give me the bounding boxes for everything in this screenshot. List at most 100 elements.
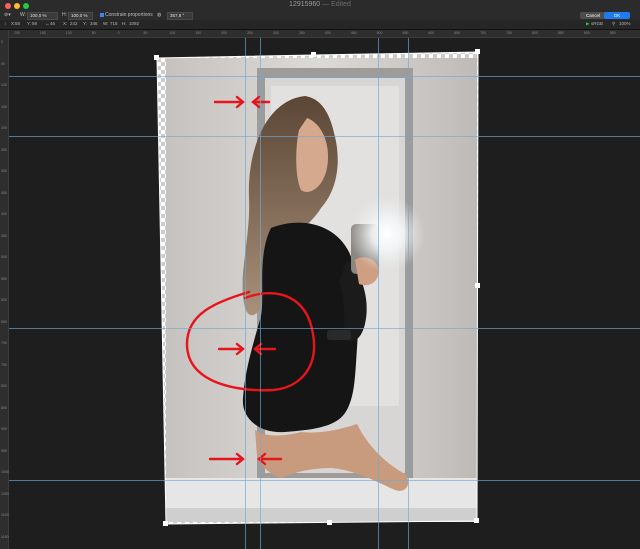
ruler-tick-label: 150: [195, 31, 202, 35]
guide-line[interactable]: [260, 38, 261, 549]
ruler-tick-label: 350: [1, 190, 7, 195]
transform-handle-top[interactable]: [311, 52, 316, 57]
ruler-tick-label: 0: [1, 40, 3, 44]
ruler-tick-label: 50: [143, 31, 148, 35]
transform-tool-icon[interactable]: ⊘▾: [4, 12, 11, 19]
ruler-tick-label: 850: [557, 31, 564, 35]
ruler-tick-label: 300: [1, 169, 7, 173]
ruler-tick-label: 900: [1, 427, 7, 431]
ruler-tick-label: 950: [609, 31, 616, 35]
ruler-tick-label: 100: [1, 83, 7, 87]
y2-readout-value: 346: [90, 21, 98, 26]
ruler-tick-label: 1150: [1, 534, 9, 539]
w-readout-value: 718: [110, 21, 118, 26]
guide-line[interactable]: [378, 38, 379, 549]
ruler-tick-label: 150: [39, 31, 46, 35]
ruler-tick-label: 800: [1, 384, 7, 388]
ruler-tick-label: 650: [1, 319, 7, 324]
width-percent-field[interactable]: 100,0 %: [27, 12, 58, 20]
zoom-icon[interactable]: ⚲: [612, 21, 615, 27]
transform-toolbar: ⊘▾ W: 100,0 % H: 100,0 % Constrain propo…: [0, 11, 640, 20]
transform-handle-bottom-right[interactable]: [474, 518, 479, 523]
ruler-tick-label: 900: [583, 31, 590, 35]
ruler-tick-label: 600: [1, 298, 7, 302]
ruler-tick-label: 200: [1, 126, 7, 130]
constrain-proportions-checkbox[interactable]: Constrain proportions: [100, 12, 153, 19]
constrain-proportions-label: Constrain proportions: [105, 12, 153, 18]
ruler-tick-label: 400: [324, 31, 331, 35]
guide-line[interactable]: [245, 38, 246, 549]
transform-handle-right[interactable]: [475, 283, 480, 288]
checkbox-check-icon: [100, 12, 104, 17]
left-offset-value: 46: [50, 21, 56, 26]
w-readout-label: W:: [103, 21, 109, 26]
h-readout-label: H:: [122, 21, 127, 26]
x-readout-value: 58: [15, 21, 21, 26]
ok-button[interactable]: OK: [604, 12, 630, 19]
info-bar: ↕ X: 58 Y: 58 ↔ 46 X: 242 Y: 346 W: 718 …: [0, 20, 640, 30]
rotation-dial-icon[interactable]: ◍: [157, 12, 161, 19]
y2-readout-label: Y:: [83, 21, 88, 26]
ruler-tick-label: 150: [1, 104, 7, 109]
ruler-tick-label: 500: [376, 31, 383, 35]
ruler-tick-label: 250: [1, 147, 7, 152]
guide-line[interactable]: [9, 136, 640, 137]
guide-line[interactable]: [9, 328, 640, 329]
transform-handle-top-left[interactable]: [154, 55, 159, 60]
ruler-tick-label: 750: [506, 31, 512, 35]
camera-flash: [349, 196, 425, 272]
guide-line[interactable]: [408, 38, 409, 549]
ruler-tick-label: 0: [117, 31, 120, 35]
edited-indicator: — Edited: [320, 1, 351, 8]
ruler-tick-label: 450: [350, 31, 357, 35]
ruler-tick-label: 1100: [1, 513, 9, 517]
transform-handle-bottom[interactable]: [327, 520, 332, 525]
ruler-tick-label: 50: [91, 31, 96, 35]
guide-line[interactable]: [9, 76, 640, 77]
watch: [327, 330, 351, 340]
vertical-ruler[interactable]: 0 50 100 150 200 250 300 350 400 450 500 550 600 650 7…: [0, 30, 9, 549]
ruler-tick-label: 250: [247, 31, 253, 35]
ruler-tick-label: 550: [402, 31, 409, 35]
ruler-tick-label: 350: [298, 31, 305, 35]
ruler-tick-label: 700: [1, 341, 7, 345]
rotation-field[interactable]: 357,8 °: [167, 12, 193, 20]
transform-handle-top-right[interactable]: [475, 49, 480, 54]
canvas[interactable]: [9, 38, 640, 549]
ruler-tick-label: 600: [428, 31, 435, 35]
x2-readout-label: X:: [63, 21, 68, 26]
height-percent-field[interactable]: 100,0 %: [68, 12, 93, 20]
play-icon[interactable]: ▶: [586, 21, 589, 27]
window-title: 12915960 — Edited: [0, 1, 640, 8]
y-readout-label: Y:: [27, 21, 32, 26]
ruler-tick-label: 550: [1, 276, 7, 281]
width-label: W:: [20, 12, 27, 18]
x2-readout-value: 242: [70, 21, 78, 26]
ruler-tick-label: 750: [1, 362, 7, 367]
ruler-tick-label: 400: [1, 212, 7, 216]
color-profile-value: sRGB: [591, 21, 604, 26]
left-offset-icon: ↔: [45, 21, 50, 26]
anchor-icon[interactable]: ↕: [4, 21, 6, 26]
y-readout-value: 58: [32, 21, 38, 26]
cancel-button[interactable]: Cancel: [580, 12, 606, 19]
zoom-value[interactable]: 100%: [619, 21, 631, 26]
ruler-tick-label: 50: [1, 61, 5, 66]
photo-layer[interactable]: [9, 38, 640, 549]
ruler-tick-label: 300: [273, 31, 279, 35]
sink-edge: [166, 508, 477, 522]
document-name: 12915960: [289, 1, 321, 8]
ruler-tick-label: 200: [14, 31, 20, 35]
ruler-tick-label: 1050: [1, 491, 9, 496]
ruler-tick-label: 950: [1, 448, 7, 453]
ruler-tick-label: 450: [1, 233, 7, 238]
horizontal-ruler[interactable]: 200 150 100 50 0 50 100 150 200 250 300 350 400 450 50…: [8, 30, 640, 38]
h-readout-value: 1092: [129, 21, 140, 26]
ruler-tick-label: 700: [480, 31, 487, 35]
ruler-tick-label: 800: [532, 31, 538, 35]
guide-line[interactable]: [9, 480, 640, 481]
ruler-tick-label: 200: [221, 31, 228, 35]
height-label: H:: [62, 12, 67, 18]
transform-handle-bottom-left[interactable]: [163, 521, 168, 526]
ruler-tick-label: 100: [65, 31, 72, 35]
